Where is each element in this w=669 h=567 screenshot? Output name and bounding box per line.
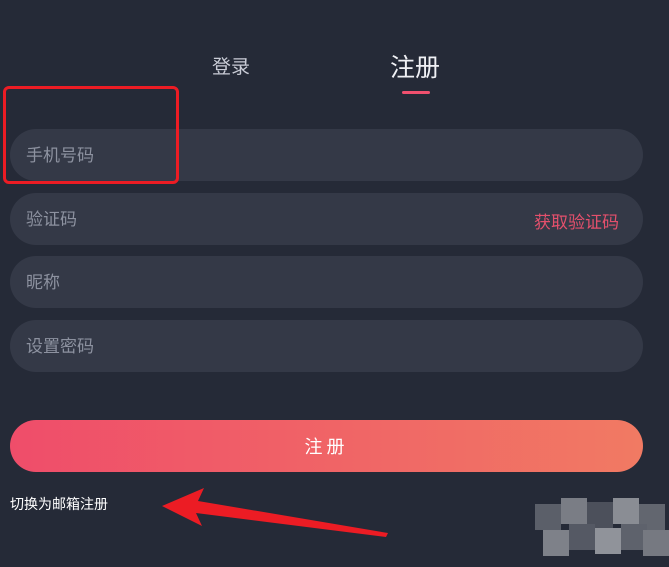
nickname-input[interactable] [24, 256, 488, 310]
get-code-button[interactable]: 获取验证码 [534, 208, 619, 233]
phone-field [10, 129, 643, 183]
password-input[interactable] [24, 320, 488, 374]
switch-to-email-register-link[interactable]: 切换为邮箱注册 [10, 494, 108, 514]
phone-input[interactable] [24, 129, 488, 183]
verification-code-input[interactable] [24, 193, 488, 247]
annotation-arrow-icon [162, 488, 388, 537]
register-button[interactable]: 注册 [10, 420, 643, 472]
auth-tabs: 登录 注册 [0, 40, 669, 100]
tab-register[interactable]: 注册 [390, 48, 440, 84]
nickname-field [10, 256, 643, 310]
password-field [10, 320, 643, 374]
code-field: 获取验证码 [10, 193, 643, 247]
active-tab-indicator [402, 91, 430, 94]
tab-login[interactable]: 登录 [212, 52, 250, 79]
blurred-watermark [535, 498, 669, 556]
